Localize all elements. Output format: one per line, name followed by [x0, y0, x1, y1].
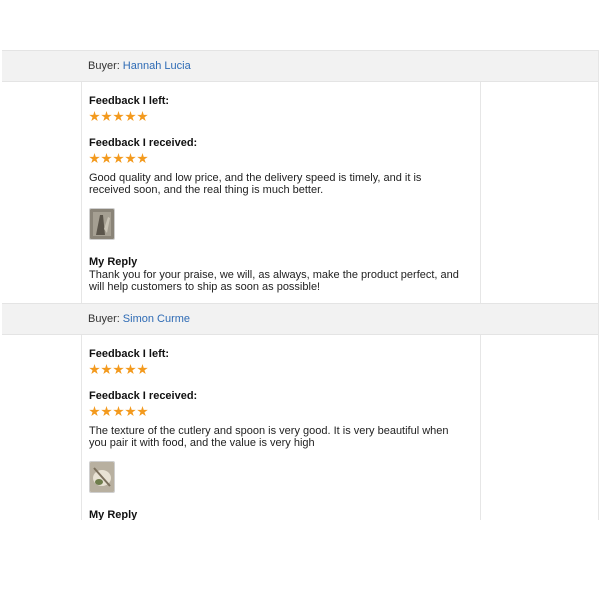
star-icon	[101, 153, 112, 164]
star-icon	[137, 153, 148, 164]
feedback-received-heading: Feedback I received:	[89, 390, 198, 402]
review-body: Feedback I left: Feedback I received: Go…	[81, 82, 598, 303]
star-icon	[101, 364, 112, 375]
buyer-name-link[interactable]: Hannah Lucia	[123, 60, 191, 72]
feedback-left-heading: Feedback I left:	[89, 95, 170, 107]
star-icon	[89, 153, 100, 164]
feedback-received-rating	[89, 153, 469, 164]
buyer-header: Buyer: Simon Curme	[2, 303, 598, 335]
star-icon	[125, 153, 136, 164]
my-reply-heading: My Reply	[89, 256, 138, 268]
feedback-left-rating	[89, 364, 469, 375]
review-photo-thumbnail[interactable]	[89, 461, 115, 493]
star-icon	[113, 364, 124, 375]
star-icon	[89, 364, 100, 375]
buyer-label: Buyer:	[88, 60, 120, 72]
buyer-label: Buyer:	[88, 313, 120, 325]
buyer-header: Buyer: Hannah Lucia	[2, 50, 598, 82]
star-icon	[137, 364, 148, 375]
photo-image	[90, 462, 114, 492]
star-icon	[89, 406, 100, 417]
feedback-left-rating	[89, 111, 469, 122]
star-icon	[113, 111, 124, 122]
feedback-left-heading: Feedback I left:	[89, 348, 170, 360]
my-reply-text: Thank you for your praise, we will, as a…	[89, 269, 459, 293]
my-reply-heading: My Reply	[89, 509, 138, 520]
feedback-list: Buyer: Hannah Lucia Feedback I left: Fee…	[2, 50, 599, 520]
star-icon	[89, 111, 100, 122]
photo-image	[90, 209, 114, 239]
feedback-received-heading: Feedback I received:	[89, 137, 198, 149]
star-icon	[113, 406, 124, 417]
star-icon	[101, 406, 112, 417]
feedback-received-rating	[89, 406, 469, 417]
review-body: Feedback I left: Feedback I received: Th…	[81, 335, 598, 520]
review-photo-thumbnail[interactable]	[89, 208, 115, 240]
buyer-comment: Good quality and low price, and the deli…	[89, 172, 422, 196]
star-icon	[101, 111, 112, 122]
buyer-comment: The texture of the cutlery and spoon is …	[89, 425, 449, 449]
star-icon	[137, 111, 148, 122]
star-icon	[113, 153, 124, 164]
star-icon	[125, 111, 136, 122]
star-icon	[125, 364, 136, 375]
star-icon	[125, 406, 136, 417]
star-icon	[137, 406, 148, 417]
buyer-name-link[interactable]: Simon Curme	[123, 313, 190, 325]
